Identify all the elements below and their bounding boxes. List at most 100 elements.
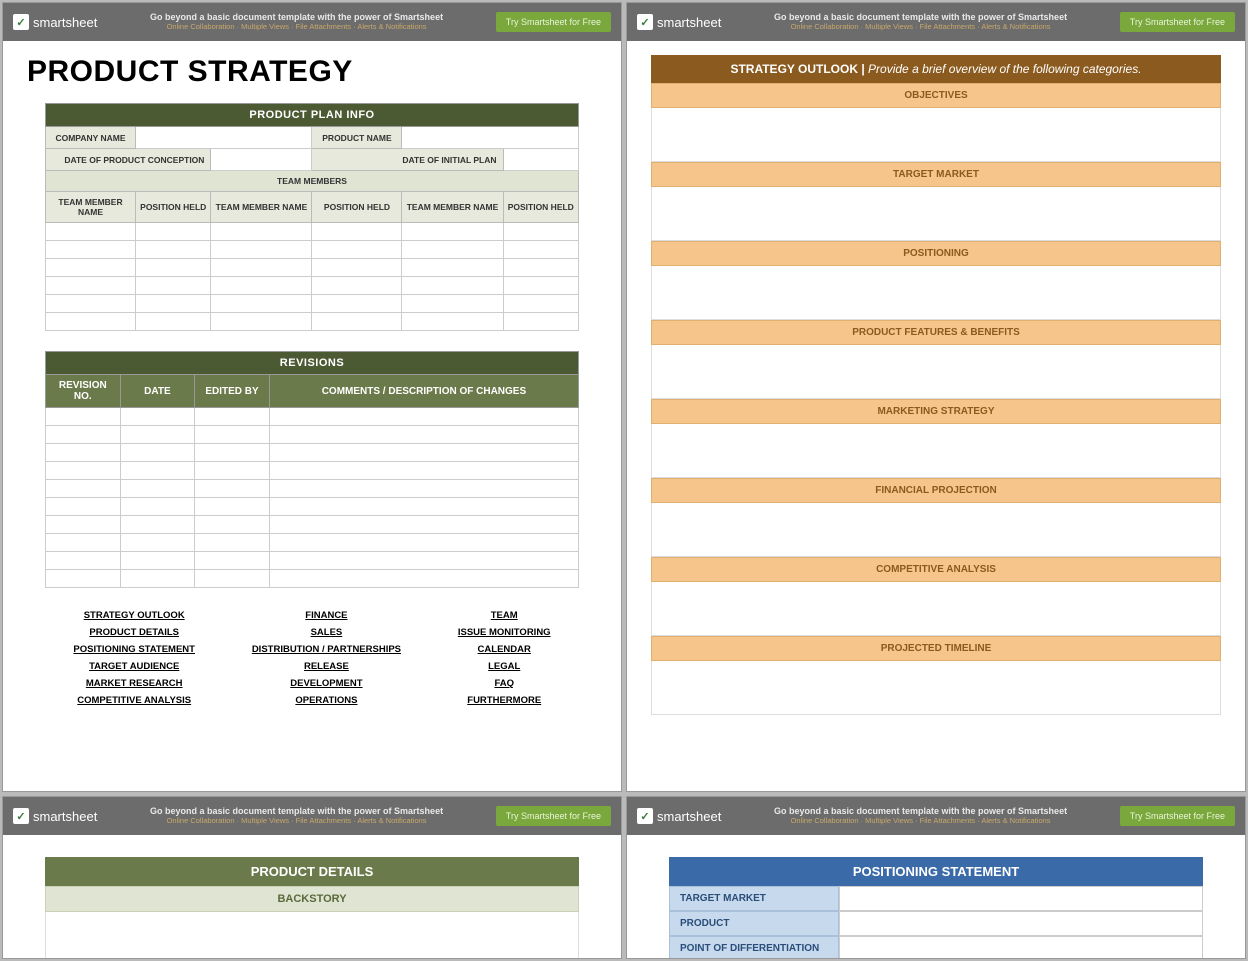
table-cell[interactable] bbox=[312, 241, 402, 259]
table-cell[interactable] bbox=[503, 277, 578, 295]
table-cell[interactable] bbox=[312, 223, 402, 241]
table-cell[interactable] bbox=[195, 480, 270, 498]
link-target-audience[interactable]: TARGET AUDIENCE bbox=[89, 661, 179, 672]
table-cell[interactable] bbox=[120, 498, 195, 516]
table-cell[interactable] bbox=[136, 223, 211, 241]
table-cell[interactable] bbox=[120, 408, 195, 426]
table-cell[interactable] bbox=[269, 498, 578, 516]
table-cell[interactable] bbox=[120, 534, 195, 552]
table-cell[interactable] bbox=[46, 498, 121, 516]
table-cell[interactable] bbox=[211, 295, 312, 313]
try-free-button[interactable]: Try Smartsheet for Free bbox=[496, 806, 611, 826]
table-cell[interactable] bbox=[136, 277, 211, 295]
table-cell[interactable] bbox=[46, 223, 136, 241]
table-cell[interactable] bbox=[312, 295, 402, 313]
table-cell[interactable] bbox=[120, 444, 195, 462]
table-cell[interactable] bbox=[46, 277, 136, 295]
table-cell[interactable] bbox=[269, 480, 578, 498]
table-cell[interactable] bbox=[269, 516, 578, 534]
table-cell[interactable] bbox=[120, 462, 195, 480]
link-sales[interactable]: SALES bbox=[311, 627, 343, 638]
cat-positioning-body[interactable] bbox=[651, 266, 1221, 320]
table-cell[interactable] bbox=[402, 259, 503, 277]
product-field[interactable] bbox=[839, 911, 1203, 936]
link-distribution[interactable]: DISTRIBUTION / PARTNERSHIPS bbox=[252, 644, 401, 655]
table-cell[interactable] bbox=[402, 295, 503, 313]
table-cell[interactable] bbox=[195, 408, 270, 426]
table-cell[interactable] bbox=[269, 408, 578, 426]
table-cell[interactable] bbox=[46, 480, 121, 498]
table-cell[interactable] bbox=[195, 516, 270, 534]
link-operations[interactable]: OPERATIONS bbox=[295, 695, 357, 706]
table-cell[interactable] bbox=[136, 259, 211, 277]
table-cell[interactable] bbox=[46, 408, 121, 426]
link-release[interactable]: RELEASE bbox=[304, 661, 349, 672]
table-cell[interactable] bbox=[46, 552, 121, 570]
link-issue-monitoring[interactable]: ISSUE MONITORING bbox=[458, 627, 551, 638]
table-cell[interactable] bbox=[195, 570, 270, 588]
table-cell[interactable] bbox=[195, 498, 270, 516]
try-free-button[interactable]: Try Smartsheet for Free bbox=[1120, 806, 1235, 826]
table-cell[interactable] bbox=[402, 223, 503, 241]
table-cell[interactable] bbox=[402, 313, 503, 331]
table-cell[interactable] bbox=[120, 480, 195, 498]
table-cell[interactable] bbox=[211, 241, 312, 259]
link-competitive-analysis[interactable]: COMPETITIVE ANALYSIS bbox=[77, 695, 191, 706]
link-market-research[interactable]: MARKET RESEARCH bbox=[86, 678, 183, 689]
company-name-field[interactable] bbox=[136, 127, 312, 149]
cat-features-body[interactable] bbox=[651, 345, 1221, 399]
table-cell[interactable] bbox=[136, 295, 211, 313]
table-cell[interactable] bbox=[46, 570, 121, 588]
conception-date-field[interactable] bbox=[211, 149, 312, 171]
table-cell[interactable] bbox=[136, 241, 211, 259]
table-cell[interactable] bbox=[269, 426, 578, 444]
table-cell[interactable] bbox=[46, 444, 121, 462]
link-positioning-statement[interactable]: POSITIONING STATEMENT bbox=[73, 644, 195, 655]
table-cell[interactable] bbox=[120, 426, 195, 444]
table-cell[interactable] bbox=[195, 426, 270, 444]
table-cell[interactable] bbox=[46, 259, 136, 277]
differentiation-field[interactable] bbox=[839, 936, 1203, 959]
try-free-button[interactable]: Try Smartsheet for Free bbox=[1120, 12, 1235, 32]
link-finance[interactable]: FINANCE bbox=[305, 610, 347, 621]
table-cell[interactable] bbox=[46, 313, 136, 331]
table-cell[interactable] bbox=[269, 552, 578, 570]
link-team[interactable]: TEAM bbox=[491, 610, 518, 621]
table-cell[interactable] bbox=[46, 462, 121, 480]
table-cell[interactable] bbox=[503, 223, 578, 241]
table-cell[interactable] bbox=[46, 516, 121, 534]
cat-objectives-body[interactable] bbox=[651, 108, 1221, 162]
cat-financial-body[interactable] bbox=[651, 503, 1221, 557]
cat-marketing-body[interactable] bbox=[651, 424, 1221, 478]
table-cell[interactable] bbox=[120, 552, 195, 570]
link-development[interactable]: DEVELOPMENT bbox=[290, 678, 362, 689]
backstory-body[interactable] bbox=[45, 912, 579, 959]
target-market-field[interactable] bbox=[839, 886, 1203, 911]
try-free-button[interactable]: Try Smartsheet for Free bbox=[496, 12, 611, 32]
table-cell[interactable] bbox=[46, 295, 136, 313]
link-legal[interactable]: LEGAL bbox=[488, 661, 520, 672]
table-cell[interactable] bbox=[269, 444, 578, 462]
table-cell[interactable] bbox=[195, 552, 270, 570]
table-cell[interactable] bbox=[211, 277, 312, 295]
table-cell[interactable] bbox=[402, 277, 503, 295]
table-cell[interactable] bbox=[503, 259, 578, 277]
table-cell[interactable] bbox=[269, 570, 578, 588]
table-cell[interactable] bbox=[46, 426, 121, 444]
table-cell[interactable] bbox=[269, 534, 578, 552]
table-cell[interactable] bbox=[312, 313, 402, 331]
table-cell[interactable] bbox=[503, 295, 578, 313]
table-cell[interactable] bbox=[120, 570, 195, 588]
cat-timeline-body[interactable] bbox=[651, 661, 1221, 715]
cat-competitive-body[interactable] bbox=[651, 582, 1221, 636]
table-cell[interactable] bbox=[402, 241, 503, 259]
table-cell[interactable] bbox=[312, 259, 402, 277]
link-strategy-outlook[interactable]: STRATEGY OUTLOOK bbox=[84, 610, 185, 621]
initial-plan-date-field[interactable] bbox=[503, 149, 578, 171]
table-cell[interactable] bbox=[120, 516, 195, 534]
table-cell[interactable] bbox=[46, 241, 136, 259]
table-cell[interactable] bbox=[211, 313, 312, 331]
table-cell[interactable] bbox=[211, 259, 312, 277]
cat-target-market-body[interactable] bbox=[651, 187, 1221, 241]
table-cell[interactable] bbox=[503, 313, 578, 331]
